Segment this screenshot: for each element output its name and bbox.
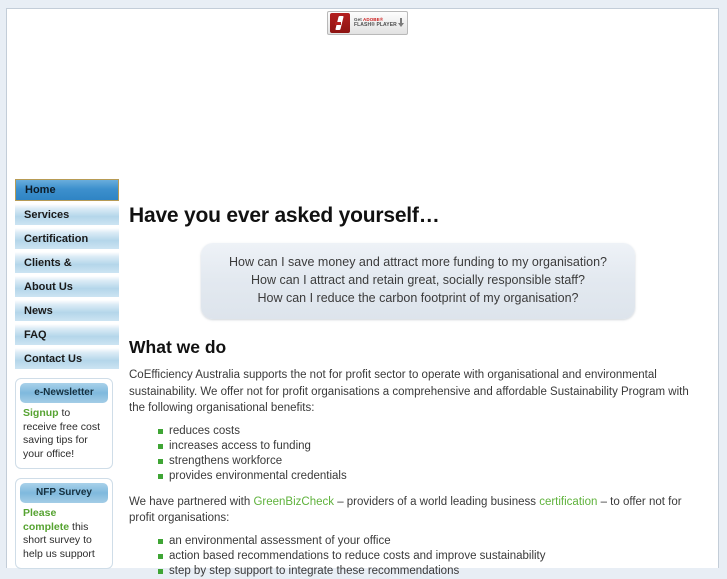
enewsletter-signup-link[interactable]: Signup <box>23 407 59 419</box>
list-item: an environmental assessment of your offi… <box>158 534 714 549</box>
flash-badge-line2: FLASH® PLAYER <box>354 21 397 28</box>
sidebar-item-clients[interactable]: Clients & <box>15 251 119 273</box>
adobe-flash-logo-icon <box>330 13 350 33</box>
enewsletter-card: e-Newsletter Signup to receive free cost… <box>15 378 113 469</box>
page-shell: Get ADOBE® FLASH® PLAYER Home Services C… <box>6 8 719 577</box>
main-content: Have you ever asked yourself… How can I … <box>120 179 714 579</box>
enewsletter-card-body: Signup to receive free cost saving tips … <box>20 407 108 461</box>
sidebar-item-contact-us[interactable]: Contact Us <box>15 347 119 369</box>
nfp-survey-card-title: NFP Survey <box>20 483 108 503</box>
flash-badge-text: Get ADOBE® FLASH® PLAYER <box>350 17 397 28</box>
enewsletter-card-title: e-Newsletter <box>20 383 108 403</box>
list-item: step by step support to integrate these … <box>158 564 714 579</box>
nfp-survey-card-body: Please complete this short survey to hel… <box>20 507 108 561</box>
sidebar-item-news[interactable]: News <box>15 299 119 321</box>
sidebar-item-home[interactable]: Home <box>15 179 119 201</box>
offerings-list: an environmental assessment of your offi… <box>120 534 714 579</box>
question-line-2: How can I attract and retain great, soci… <box>251 273 585 287</box>
sidebar-item-about-us[interactable]: About Us <box>15 275 119 297</box>
question-line-3: How can I reduce the carbon footprint of… <box>257 291 579 305</box>
banner-area: Get ADOBE® FLASH® PLAYER <box>7 9 718 177</box>
section-title-what-we-do: What we do <box>129 337 227 357</box>
greenbizcheck-link[interactable]: GreenBizCheck <box>253 496 334 508</box>
list-item: strengthens workforce <box>158 454 714 469</box>
get-adobe-flash-player-badge[interactable]: Get ADOBE® FLASH® PLAYER <box>327 11 408 35</box>
sidebar-item-faq[interactable]: FAQ <box>15 323 119 345</box>
main-navigation: Home Services Certification Clients & Ab… <box>15 179 119 369</box>
questions-callout-box: How can I save money and attract more fu… <box>201 243 635 319</box>
sidebar: Home Services Certification Clients & Ab… <box>9 179 119 569</box>
download-arrow-icon <box>397 14 405 32</box>
question-line-1: How can I save money and attract more fu… <box>229 255 607 269</box>
benefits-list: reduces costs increases access to fundin… <box>120 424 714 484</box>
list-item: provides environmental credentials <box>158 469 714 484</box>
nfp-survey-complete-link[interactable]: Please complete <box>23 507 69 533</box>
intro-paragraph: CoEfficiency Australia supports the not … <box>129 369 689 414</box>
partner-paragraph: We have partnered with GreenBizCheck – p… <box>129 494 697 527</box>
partner-text-2: – providers of a world leading business <box>334 495 540 508</box>
sidebar-item-certification[interactable]: Certification <box>15 227 119 249</box>
list-item: increases access to funding <box>158 439 714 454</box>
nfp-survey-card: NFP Survey Please complete this short su… <box>15 478 113 569</box>
list-item: action based recommendations to reduce c… <box>158 549 714 564</box>
page-title: Have you ever asked yourself… <box>129 204 440 227</box>
list-item: reduces costs <box>158 424 714 439</box>
certification-link[interactable]: certification <box>539 496 597 508</box>
partner-text-1: We have partnered with <box>129 495 254 508</box>
sidebar-item-services[interactable]: Services <box>15 203 119 225</box>
